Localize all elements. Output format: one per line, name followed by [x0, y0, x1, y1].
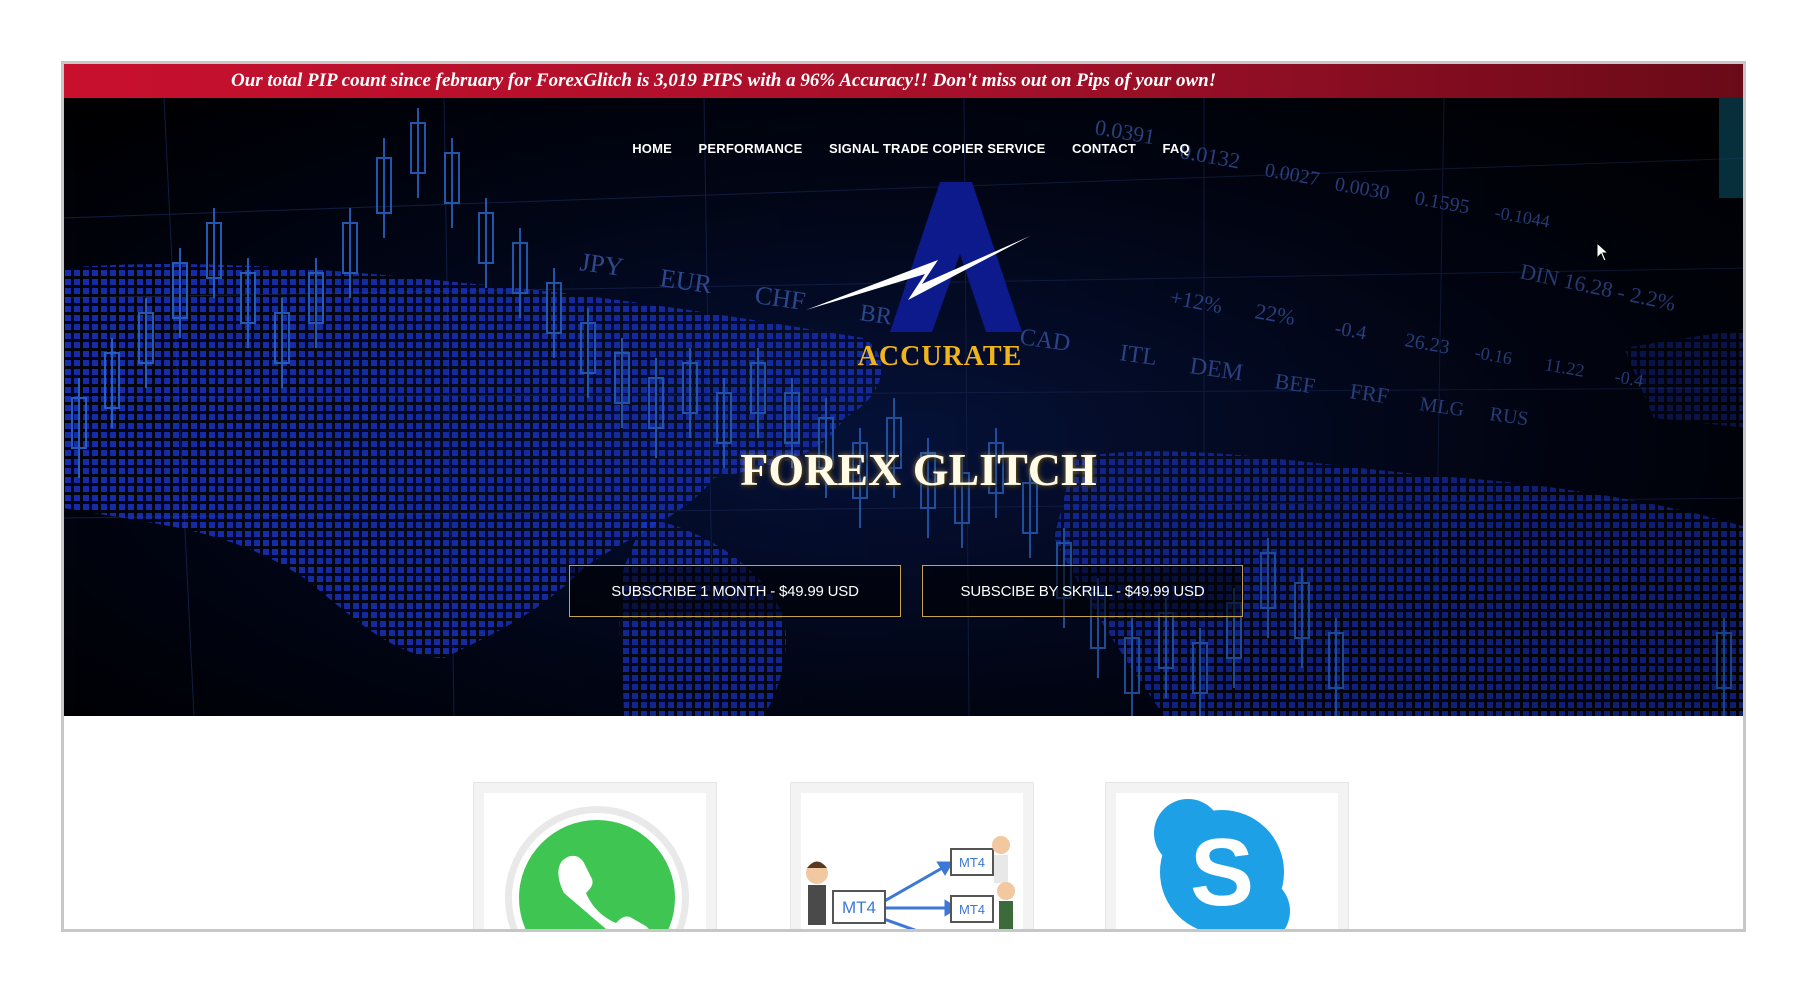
skype-card[interactable]: S	[1105, 782, 1349, 929]
ticker-message: Our total PIP count since february for F…	[231, 70, 1217, 91]
nav-home[interactable]: HOME	[632, 141, 672, 156]
nav-faq[interactable]: FAQ	[1162, 141, 1189, 156]
skype-icon: S	[1154, 799, 1290, 929]
mt4-label-bottom: MT4	[959, 902, 985, 917]
cursor-arrow-icon	[1596, 242, 1610, 262]
subscribe-skrill-button[interactable]: SUBSCIBE BY SKRILL - $49.99 USD	[922, 565, 1243, 617]
logo-text: ACCURATE	[857, 341, 1023, 372]
hero-title: FOREX GLITCH	[740, 444, 1097, 495]
browser-viewport: Our total PIP count since february for F…	[61, 61, 1746, 932]
nav-signal-trade-copier-service[interactable]: SIGNAL TRADE COPIER SERVICE	[829, 141, 1046, 156]
subscribe-month-button[interactable]: SUBSCRIBE 1 MONTH - $49.99 USD	[569, 565, 901, 617]
skype-letter: S	[1190, 819, 1254, 926]
nav-contact[interactable]: CONTACT	[1072, 141, 1136, 156]
mt4-label-main: MT4	[842, 898, 876, 917]
announcement-ticker: Our total PIP count since february for F…	[64, 64, 1743, 98]
mt4-label-top: MT4	[959, 855, 985, 870]
mt4-copier-icon: MT4 MT4 MT4	[806, 836, 1015, 929]
whatsapp-card[interactable]	[473, 782, 717, 929]
lightning-bolt-icon	[806, 182, 1030, 332]
trade-copier-card[interactable]: MT4 MT4 MT4	[790, 782, 1034, 929]
accurate-logo[interactable]: ACCURATE	[790, 182, 1090, 382]
hero-section: JPY EUR CHF BR CAD ITL DEM BEF FRF MLG R…	[64, 98, 1743, 716]
main-navigation: HOME PERFORMANCE SIGNAL TRADE COPIER SER…	[64, 140, 1743, 158]
whatsapp-icon	[505, 806, 689, 929]
nav-performance[interactable]: PERFORMANCE	[698, 141, 802, 156]
